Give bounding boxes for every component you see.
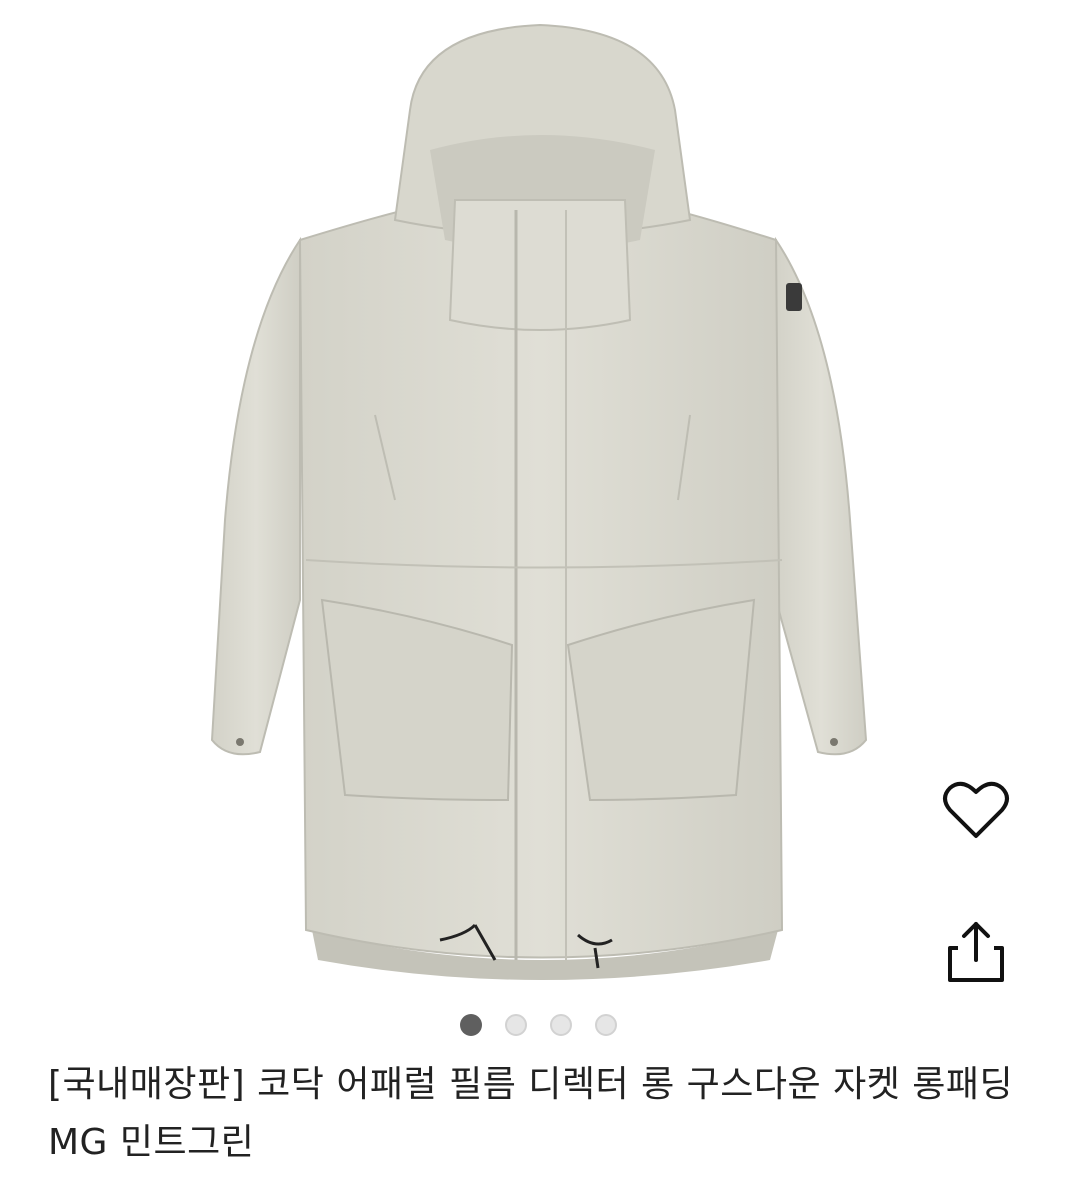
- product-image[interactable]: [0, 0, 1077, 1000]
- share-button[interactable]: [942, 918, 1022, 998]
- product-title: [국내매장판] 코닥 어패럴 필름 디렉터 롱 구스다운 자켓 롱패딩 MG 민…: [48, 1064, 1014, 1163]
- jacket-illustration: [210, 23, 868, 980]
- carousel-indicator: [0, 1014, 1077, 1038]
- like-button[interactable]: [942, 780, 1022, 860]
- carousel-dot[interactable]: [595, 1014, 617, 1036]
- carousel-dot[interactable]: [550, 1014, 572, 1036]
- carousel-dot-active[interactable]: [460, 1014, 482, 1036]
- carousel-dot[interactable]: [505, 1014, 527, 1036]
